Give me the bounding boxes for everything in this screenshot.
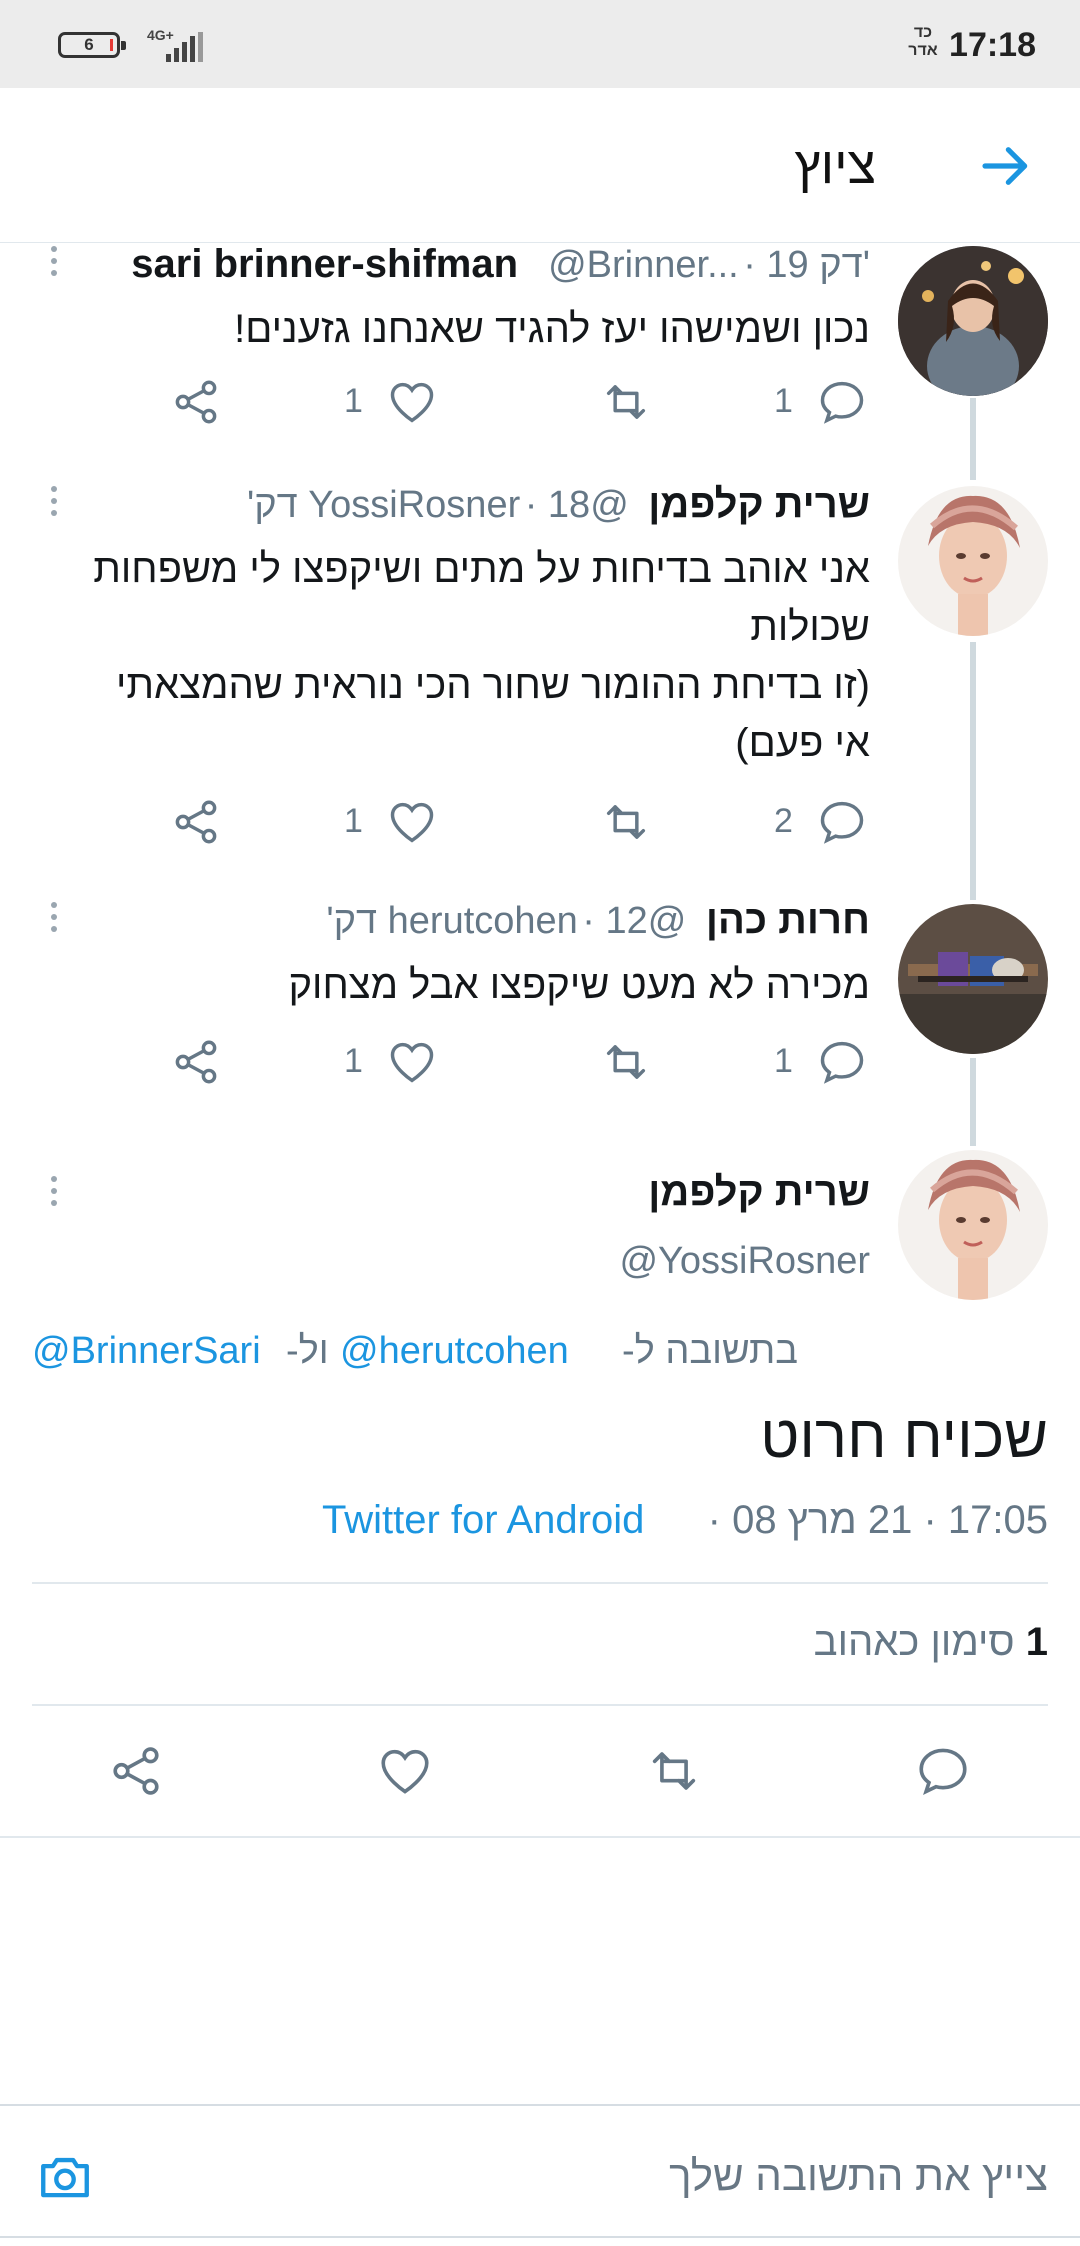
author-handle[interactable]: @YossiRosner xyxy=(619,1240,870,1283)
like-count: 1 xyxy=(344,802,363,840)
more-vertical-icon[interactable] xyxy=(42,1176,66,1216)
avatar[interactable] xyxy=(898,1150,1048,1300)
heart-icon[interactable] xyxy=(386,796,438,848)
speech-bubble-icon[interactable] xyxy=(816,796,868,848)
more-vertical-icon[interactable] xyxy=(42,246,66,286)
main-tweet-header: שרית קלפמן @YossiRosner xyxy=(0,1146,1080,1306)
tweet-text: אני אוהב בדיחות על מתים ושיקפצו לי משפחו… xyxy=(93,547,870,765)
reply-input[interactable]: צייץ את התשובה שלך xyxy=(669,2152,1048,2200)
speech-bubble-icon[interactable] xyxy=(816,1036,868,1088)
reply-compose-bar[interactable]: צייץ את התשובה שלך xyxy=(0,2104,1080,2238)
battery-icon: 6 xyxy=(58,32,126,58)
app-header: ציוץ xyxy=(0,88,1080,243)
reply-count: 2 xyxy=(774,802,793,840)
battery-level: 6 xyxy=(84,35,94,54)
more-vertical-icon[interactable] xyxy=(42,902,66,942)
reply-mention[interactable]: @herutcohen xyxy=(340,1330,569,1373)
likes-summary[interactable]: 1 סימון כאהוב xyxy=(814,1620,1048,1665)
author-name[interactable]: sari brinner-shifman xyxy=(131,242,518,286)
clock: 17:18 xyxy=(949,26,1036,64)
speech-bubble-icon[interactable] xyxy=(914,1742,972,1800)
avatar[interactable] xyxy=(898,904,1048,1054)
like-count: 1 xyxy=(344,1042,363,1080)
thread-tweet[interactable]: חרות כהן @herutcohen · 12 דק' מכירה לא מ… xyxy=(0,898,1080,1098)
share-icon[interactable] xyxy=(170,1036,222,1088)
heart-icon[interactable] xyxy=(386,1036,438,1088)
retweet-icon[interactable] xyxy=(600,376,652,428)
thread-tweet[interactable]: שרית קלפמן @YossiRosner · 18 דק' אני אוה… xyxy=(0,482,1080,882)
author-handle[interactable]: @Brinner... xyxy=(548,244,739,286)
arrow-right-icon[interactable] xyxy=(978,138,1034,194)
heart-icon[interactable] xyxy=(386,376,438,428)
reply-to-label: בתשובה ל- xyxy=(622,1330,798,1372)
share-icon[interactable] xyxy=(170,376,222,428)
share-icon[interactable] xyxy=(107,1742,165,1800)
reply-mention[interactable]: @BrinnerSari xyxy=(32,1330,261,1373)
hebrew-date: כד אדר xyxy=(908,24,938,59)
likes-label: סימון כאהוב xyxy=(813,1620,1015,1664)
status-bar: 6 4G+ כד אדר 17:18 xyxy=(0,0,1080,88)
like-count: 1 xyxy=(344,382,363,420)
divider xyxy=(32,1582,1048,1584)
retweet-icon[interactable] xyxy=(600,1036,652,1088)
heart-icon[interactable] xyxy=(376,1742,434,1800)
reply-count: 1 xyxy=(774,1042,793,1080)
reply-count: 1 xyxy=(774,382,793,420)
author-name[interactable]: שרית קלפמן xyxy=(648,482,870,526)
tweet-time: 19 דק' xyxy=(766,244,870,286)
share-icon[interactable] xyxy=(170,796,222,848)
main-action-bar xyxy=(0,1706,1080,1838)
tweet-timestamp: 17:05 · 21 מרץ 08 · xyxy=(707,1498,1048,1542)
avatar[interactable] xyxy=(898,246,1048,396)
main-tweet-text: שכויח חרוט xyxy=(760,1403,1048,1470)
speech-bubble-icon[interactable] xyxy=(816,376,868,428)
page-title: ציוץ xyxy=(794,137,876,195)
avatar[interactable] xyxy=(898,486,1048,636)
retweet-icon[interactable] xyxy=(600,796,652,848)
thread-tweet[interactable]: sari brinner-shifman @Brinner... · 19 דק… xyxy=(0,242,1080,462)
author-name[interactable]: שרית קלפמן xyxy=(648,1170,870,1215)
more-vertical-icon[interactable] xyxy=(42,486,66,526)
signal-icon xyxy=(166,32,206,62)
tweet-text: נכון ושמישהו יעז להגיד שאנחנו גזענים! xyxy=(234,307,870,351)
tweet-source[interactable]: Twitter for Android xyxy=(322,1498,644,1543)
retweet-icon[interactable] xyxy=(645,1742,703,1800)
tweet-text: מכירה לא מעט שיקפצו אבל מצחוק xyxy=(288,963,870,1007)
author-name[interactable]: חרות כהן xyxy=(706,898,870,942)
camera-icon[interactable] xyxy=(34,2148,96,2206)
reply-joiner: ול- xyxy=(286,1330,329,1372)
likes-count: 1 xyxy=(1025,1620,1048,1664)
